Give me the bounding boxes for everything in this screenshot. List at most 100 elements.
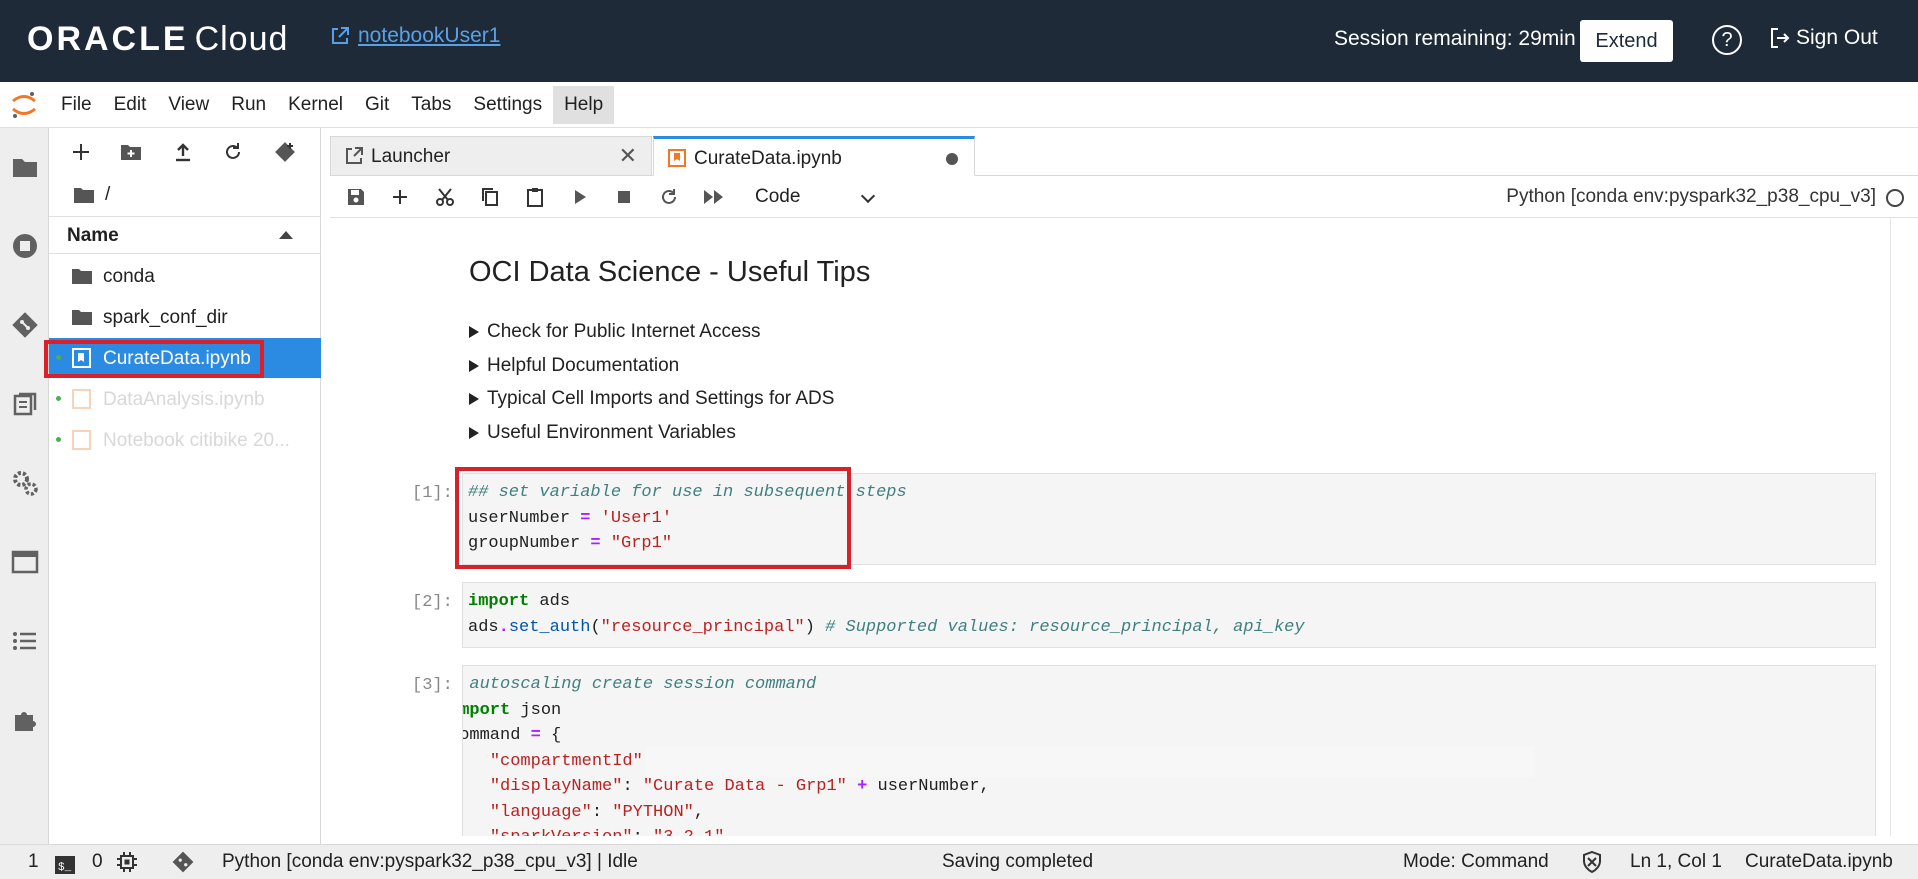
menu-tabs[interactable]: Tabs xyxy=(400,86,462,124)
property-inspector-icon[interactable] xyxy=(11,390,39,418)
sign-out-label[interactable]: Sign Out xyxy=(1796,26,1878,50)
notebook-icon xyxy=(72,389,91,409)
tabs-icon[interactable] xyxy=(11,548,39,576)
cell-prompt: [1]: xyxy=(412,484,453,503)
menu-settings[interactable]: Settings xyxy=(462,86,553,124)
kernel-count[interactable]: 0 xyxy=(92,851,103,873)
trusted-shield-icon[interactable] xyxy=(1581,851,1603,873)
brand-oracle: ORACLE xyxy=(27,20,189,58)
external-link-icon xyxy=(332,27,349,44)
git-icon[interactable] xyxy=(11,311,39,339)
jupyter-logo-icon xyxy=(12,92,36,118)
extend-session-button[interactable]: Extend xyxy=(1580,20,1673,62)
running-icon[interactable] xyxy=(11,232,39,260)
details-label: Typical Cell Imports and Settings for AD… xyxy=(487,388,835,409)
menu-git[interactable]: Git xyxy=(354,86,400,124)
mode-indicator[interactable]: Mode: Command xyxy=(1403,851,1549,873)
file-row-dataanalysis[interactable]: DataAnalysis.ipynb xyxy=(49,379,321,419)
help-icon[interactable]: ? xyxy=(1712,25,1742,55)
menu-bar: File Edit View Run Kernel Git Tabs Setti… xyxy=(0,82,1918,128)
file-browser-toolbar xyxy=(49,128,321,172)
code-cell-2[interactable]: import ads ads.set_auth("resource_princi… xyxy=(462,582,1876,648)
kernel-cpu-icon[interactable] xyxy=(116,851,138,873)
tab-label: Launcher xyxy=(371,146,451,167)
interrupt-kernel-icon[interactable] xyxy=(612,185,636,209)
file-row-notebook-citibike[interactable]: Notebook citibike 20... xyxy=(49,420,321,460)
git-status-icon[interactable] xyxy=(172,851,194,873)
folder-icon xyxy=(72,269,92,284)
copy-icon[interactable] xyxy=(478,185,502,209)
cell-type-select[interactable]: Code xyxy=(755,184,876,210)
help-icon-glyph: ? xyxy=(1721,28,1733,51)
file-name: conda xyxy=(103,266,155,287)
tab-curatedata[interactable]: CurateData.ipynb xyxy=(653,136,975,176)
breadcrumb[interactable]: / xyxy=(73,184,110,206)
oracle-cloud-logo: ORACLE Cloud xyxy=(27,20,288,59)
notebook-scrollbar[interactable] xyxy=(1890,218,1918,836)
menu-help[interactable]: Help xyxy=(553,86,615,124)
notebook-toolbar: Code Python [conda env:pyspark32_p38_cpu… xyxy=(330,176,1918,218)
restart-run-all-icon[interactable] xyxy=(702,185,726,209)
cursor-position[interactable]: Ln 1, Col 1 xyxy=(1630,851,1722,873)
running-indicator-icon xyxy=(56,437,61,442)
details-summary-2[interactable]: Helpful Documentation xyxy=(469,355,679,377)
menu-edit[interactable]: Edit xyxy=(103,86,158,124)
cut-icon[interactable] xyxy=(433,185,457,209)
git-clone-icon[interactable] xyxy=(273,140,297,164)
restart-kernel-icon[interactable] xyxy=(657,185,681,209)
status-bar: 1 $_ 0 Python [conda env:pyspark32_p38_c… xyxy=(0,844,1918,879)
cell-prompt: [2]: xyxy=(412,593,453,612)
markdown-heading: OCI Data Science - Useful Tips xyxy=(469,256,871,288)
details-summary-3[interactable]: Typical Cell Imports and Settings for AD… xyxy=(469,388,834,410)
file-row-spark-conf-dir[interactable]: spark_conf_dir xyxy=(49,297,321,337)
menu-kernel[interactable]: Kernel xyxy=(277,86,354,124)
kernel-name[interactable]: Python [conda env:pyspark32_p38_cpu_v3] xyxy=(1506,186,1876,208)
notebook-link-label[interactable]: notebookUser1 xyxy=(358,24,500,48)
new-folder-icon[interactable] xyxy=(119,140,143,164)
menu-file[interactable]: File xyxy=(50,86,103,124)
details-summary-4[interactable]: Useful Environment Variables xyxy=(469,422,736,444)
refresh-icon[interactable] xyxy=(221,140,245,164)
code-editor[interactable]: import ads ads.set_auth("resource_princi… xyxy=(468,589,1305,640)
left-activity-bar xyxy=(0,128,49,844)
paste-icon[interactable] xyxy=(523,185,547,209)
home-folder-icon xyxy=(74,188,94,203)
terminal-icon[interactable]: $_ xyxy=(54,854,76,876)
menu-view[interactable]: View xyxy=(157,86,220,124)
folder-icon xyxy=(72,310,92,325)
name-column-header[interactable]: Name xyxy=(67,225,119,247)
kernel-status-text[interactable]: Python [conda env:pyspark32_p38_cpu_v3] … xyxy=(222,851,638,873)
file-name: Notebook citibike 20... xyxy=(103,430,290,451)
disclosure-triangle-icon xyxy=(469,427,479,439)
file-list-header[interactable]: Name xyxy=(49,216,321,254)
tab-launcher[interactable]: Launcher ✕ xyxy=(330,136,652,176)
breadcrumb-root[interactable]: / xyxy=(105,184,110,206)
table-of-contents-icon[interactable] xyxy=(11,627,39,655)
notebook-session-link[interactable]: notebookUser1 xyxy=(330,24,500,48)
details-summary-1[interactable]: Check for Public Internet Access xyxy=(469,321,761,343)
extension-manager-icon[interactable] xyxy=(11,706,39,734)
close-tab-icon[interactable]: ✕ xyxy=(619,143,637,169)
save-icon[interactable] xyxy=(344,185,368,209)
details-label: Helpful Documentation xyxy=(487,355,680,376)
file-row-conda[interactable]: conda xyxy=(49,256,321,296)
menu-run[interactable]: Run xyxy=(220,86,277,124)
folder-icon[interactable] xyxy=(11,153,39,181)
disclosure-triangle-icon xyxy=(469,326,479,338)
terminal-count[interactable]: 1 xyxy=(28,851,39,873)
run-cell-icon[interactable] xyxy=(568,185,592,209)
top-header: ORACLE Cloud notebookUser1 Session remain… xyxy=(0,0,1918,82)
session-remaining-text: Session remaining: 29min xyxy=(1334,27,1576,50)
current-file-name: CurateData.ipynb xyxy=(1745,851,1893,872)
sign-out-button[interactable]: Sign Out xyxy=(1770,26,1878,50)
settings-icon[interactable] xyxy=(11,469,39,497)
cell-type-value: Code xyxy=(755,186,801,207)
disclosure-triangle-icon xyxy=(469,360,479,372)
new-launcher-icon[interactable] xyxy=(69,140,93,164)
upload-icon[interactable] xyxy=(171,140,195,164)
highlight-box-code xyxy=(455,467,851,569)
tab-label: CurateData.ipynb xyxy=(694,148,842,169)
unsaved-changes-icon[interactable] xyxy=(946,153,958,165)
insert-cell-icon[interactable] xyxy=(388,185,412,209)
notebook-content[interactable]: OCI Data Science - Useful Tips Check for… xyxy=(330,218,1918,836)
